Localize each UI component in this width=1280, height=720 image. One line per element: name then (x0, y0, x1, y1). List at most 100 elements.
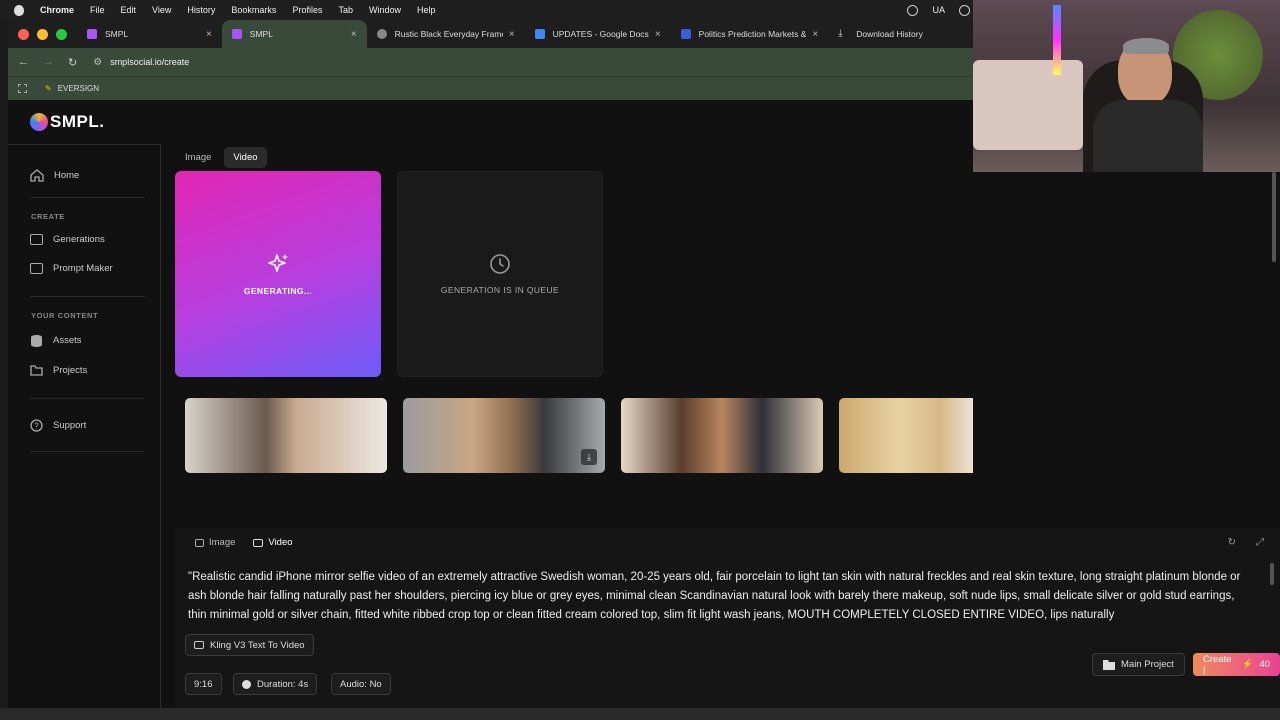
page-scrollbar[interactable] (1272, 172, 1276, 262)
project-selector[interactable]: Main Project (1092, 653, 1185, 676)
polymarket-icon (680, 29, 691, 39)
smpl-favicon-icon (87, 29, 97, 39)
webcam-couch (973, 60, 1083, 150)
folder-icon (1103, 659, 1115, 670)
tab-title: SMPL (105, 29, 129, 39)
database-icon (31, 335, 42, 347)
image-icon (195, 538, 204, 547)
logo-mark-icon (30, 113, 48, 131)
tab-title: Download History (856, 29, 923, 39)
sidebar-label: Support (53, 420, 87, 431)
control-center-icon[interactable] (959, 4, 970, 16)
webcam-overlay (973, 0, 1280, 172)
project-label: Main Project (1121, 659, 1174, 670)
menu-view[interactable]: View (152, 5, 171, 15)
bookmark-label: EVERSIGN (57, 84, 100, 93)
forward-icon[interactable]: → (43, 56, 54, 69)
close-window-button[interactable] (18, 28, 29, 40)
audio-toggle[interactable]: Audio: No (331, 673, 391, 695)
generation-thumbnails: ⤓ (185, 398, 973, 473)
prompt-textarea[interactable]: "Realistic candid iPhone mirror selfie v… (188, 568, 1253, 628)
sidebar-item-projects[interactable]: Projects (30, 365, 87, 376)
video-thumbnail[interactable] (839, 398, 973, 473)
browser-tab[interactable]: SMPL × (77, 20, 222, 48)
sidebar-item-prompt-maker[interactable]: Prompt Maker (30, 263, 113, 274)
create-button[interactable]: Create | ⚡ 40 (1193, 653, 1280, 676)
menu-window[interactable]: Window (369, 5, 401, 15)
aspect-ratio-selector[interactable]: 9:16 (185, 673, 222, 695)
back-icon[interactable]: ← (18, 56, 29, 69)
composer-tabs: Image Video (195, 537, 293, 548)
prompt-scrollbar[interactable] (1270, 563, 1274, 585)
menu-tab[interactable]: Tab (338, 5, 353, 15)
smpl-logo[interactable]: SMPL. (30, 112, 104, 132)
browser-tab-active[interactable]: SMPL × (221, 20, 367, 48)
download-icon[interactable]: ⤓ (581, 449, 597, 465)
image-icon (30, 263, 43, 274)
sidebar-item-generations[interactable]: Generations (30, 234, 105, 245)
menu-file[interactable]: File (90, 5, 105, 15)
duration-selector[interactable]: Duration: 4s (233, 673, 318, 695)
menu-edit[interactable]: Edit (121, 5, 137, 15)
url-field[interactable]: smplsocial.io/create (110, 57, 189, 67)
create-label: Create | (1203, 653, 1232, 676)
mode-switch: Image Video (176, 147, 267, 168)
composer-tab-image[interactable]: Image (195, 537, 235, 548)
sparkle-icon (268, 254, 288, 272)
video-camera-icon (253, 538, 264, 547)
folder-icon (30, 365, 43, 376)
browser-tab[interactable]: UPDATES - Google Docs × (525, 20, 671, 48)
input-source[interactable]: UA (932, 5, 945, 15)
menu-app[interactable]: Chrome (40, 5, 74, 15)
aspect-label: 9:16 (194, 678, 213, 690)
browser-tab[interactable]: Rustic Black Everyday Frame × (367, 20, 525, 48)
reload-icon[interactable]: ↻ (68, 56, 77, 69)
close-tab-icon[interactable]: × (509, 29, 515, 40)
google-docs-icon (534, 29, 545, 39)
sidebar-item-assets[interactable]: Assets (30, 334, 82, 347)
menu-bookmarks[interactable]: Bookmarks (231, 5, 276, 15)
sidebar-item-support[interactable]: ? Support (30, 419, 86, 432)
zoom-window-button[interactable] (56, 28, 67, 40)
composer-tab-video[interactable]: Video (253, 537, 293, 548)
sidebar: Home CREATE Generations Prompt Maker YOU… (8, 144, 161, 708)
composer-tab-label: Image (209, 537, 236, 548)
model-selector[interactable]: Kling V3 Text To Video (185, 634, 314, 656)
video-thumbnail[interactable] (621, 398, 823, 473)
smpl-favicon-icon (231, 29, 242, 39)
menu-profiles[interactable]: Profiles (292, 5, 322, 15)
status-icon[interactable] (907, 4, 919, 16)
composer-tab-label: Video (268, 537, 293, 548)
site-info-icon[interactable]: ⚙ (93, 57, 102, 68)
close-tab-icon[interactable]: × (206, 29, 212, 40)
refresh-icon[interactable]: ↻ (1228, 537, 1236, 548)
sidebar-label: Generations (53, 234, 105, 245)
browser-tab[interactable]: ⤓ Download History (828, 20, 973, 48)
audio-label: Audio: No (340, 678, 382, 690)
close-tab-icon[interactable]: × (655, 29, 661, 40)
video-thumbnail[interactable] (185, 398, 387, 473)
expand-icon[interactable]: ⤢ (1256, 537, 1264, 548)
tab-title: Politics Prediction Markets & (698, 29, 807, 39)
close-tab-icon[interactable]: × (812, 29, 818, 40)
sidebar-item-home[interactable]: Home (30, 169, 79, 182)
tab-image[interactable]: Image (176, 147, 220, 168)
section-heading-your-content: YOUR CONTENT (31, 311, 99, 320)
queue-label: GENERATION IS IN QUEUE (440, 285, 560, 295)
apps-grid-icon[interactable] (18, 84, 27, 93)
bookmark-eversign[interactable]: ✎ EVERSIGN (45, 84, 99, 93)
bookmarks-bar: ✎ EVERSIGN (8, 76, 973, 100)
composer-toolbar: ↻ ⤢ (1228, 537, 1264, 548)
menu-help[interactable]: Help (417, 5, 436, 15)
close-tab-icon[interactable]: × (351, 29, 357, 40)
menu-history[interactable]: History (187, 5, 215, 15)
tab-video[interactable]: Video (224, 147, 267, 168)
tab-title: UPDATES - Google Docs (552, 29, 649, 39)
clock-icon (242, 679, 251, 689)
browser-tab[interactable]: Politics Prediction Markets & × (671, 20, 829, 48)
video-camera-icon (194, 641, 204, 649)
divider (30, 451, 145, 452)
minimize-window-button[interactable] (37, 28, 48, 40)
apple-icon[interactable] (14, 4, 24, 16)
video-thumbnail[interactable]: ⤓ (403, 398, 605, 473)
